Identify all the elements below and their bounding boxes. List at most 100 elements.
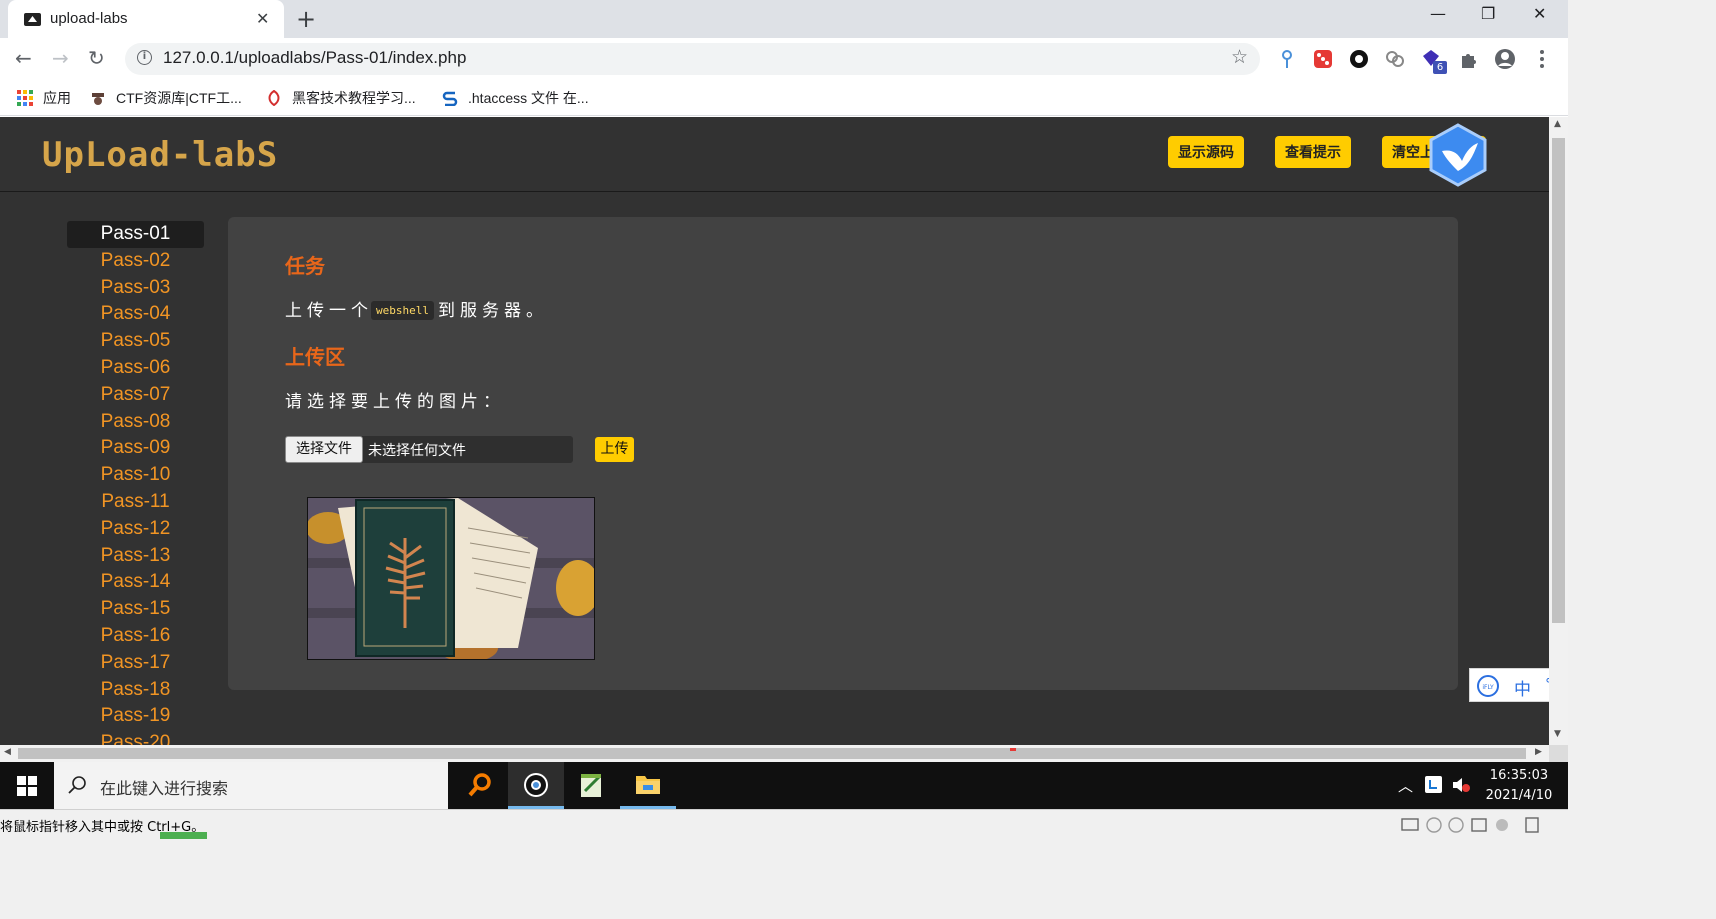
s-logo-icon [442, 91, 458, 106]
desktop-bottom-area [0, 839, 1568, 919]
upload-submit-button[interactable]: 上传 [595, 437, 634, 462]
pass-sidebar: Pass-01 Pass-02 Pass-03 Pass-04 Pass-05 … [67, 221, 204, 745]
taskbar-search-placeholder: 在此键入进行搜索 [100, 779, 229, 798]
ifly-logo-icon: iFLY [1477, 675, 1499, 697]
scroll-left-icon[interactable]: ◀ [4, 747, 11, 757]
file-input[interactable]: 选择文件 未选择任何文件 [285, 436, 573, 463]
site-header: UpLoad-labS 显示源码 查看提示 清空上传文件 [0, 117, 1549, 192]
dice-icon[interactable] [1312, 48, 1334, 70]
tab-title: upload-labs [50, 10, 128, 27]
sidebar-item-pass-18[interactable]: Pass-18 [67, 677, 204, 704]
folder-icon [636, 776, 660, 794]
taskbar-app-explorer[interactable] [620, 762, 676, 809]
taskbar-search[interactable]: 在此键入进行搜索 [54, 762, 448, 809]
scroll-down-icon[interactable]: ▼ [1554, 729, 1561, 739]
notepad-icon [581, 774, 601, 797]
taskbar-app-search-tool[interactable] [452, 762, 508, 809]
back-arrow-icon[interactable]: ← [15, 46, 32, 70]
taskbar-app-browser[interactable] [508, 762, 564, 809]
windows-taskbar: 在此键入进行搜索 ︿ 16:35:03 2021/4/10 [0, 762, 1568, 809]
link-icon[interactable] [1384, 48, 1406, 70]
horizontal-scroll-thumb[interactable] [18, 748, 1526, 759]
sidebar-item-pass-07[interactable]: Pass-07 [67, 382, 204, 409]
tab-close-icon[interactable]: ✕ [256, 9, 269, 28]
windows-start-icon[interactable] [17, 776, 37, 796]
vertical-scrollbar[interactable]: ▲ ▼ [1549, 117, 1568, 745]
bookmark-star-icon[interactable]: ☆ [1231, 46, 1248, 68]
preview-image [307, 497, 595, 660]
tab-upload-labs[interactable]: upload-labs ✕ [8, 0, 284, 38]
sidebar-item-pass-12[interactable]: Pass-12 [67, 516, 204, 543]
forward-arrow-icon[interactable]: → [52, 46, 69, 70]
address-bar[interactable]: i 127.0.0.1/uploadlabs/Pass-01/index.php… [125, 43, 1260, 75]
tray-chevron-icon[interactable]: ︿ [1398, 775, 1413, 796]
sidebar-item-pass-19[interactable]: Pass-19 [67, 703, 204, 730]
show-hint-button[interactable]: 查看提示 [1275, 136, 1351, 168]
upload-heading: 上传区 [285, 345, 345, 369]
sidebar-item-pass-09[interactable]: Pass-09 [67, 435, 204, 462]
new-tab-button[interactable]: + [296, 5, 316, 33]
search-icon [68, 776, 86, 794]
sidebar-item-pass-13[interactable]: Pass-13 [67, 543, 204, 570]
taskbar-app-notepad[interactable] [564, 762, 620, 809]
tab-strip: upload-labs ✕ + — ❐ ✕ [0, 0, 1568, 38]
speaker-muted-icon[interactable] [1451, 776, 1471, 794]
sidebar-item-pass-01[interactable]: Pass-01 [67, 221, 204, 248]
page-viewport: UpLoad-labS 显示源码 查看提示 清空上传文件 Pass-01 Pas… [0, 117, 1549, 745]
sidebar-item-pass-08[interactable]: Pass-08 [67, 409, 204, 436]
ime-mode-toggle[interactable]: 中 [1514, 675, 1531, 700]
vertical-scroll-thumb[interactable] [1552, 138, 1565, 623]
content-panel: 任务 上传一个 webshell 到服务器。 上传区 请选择要上传的图片： 选择文件… [228, 217, 1458, 690]
sidebar-item-pass-04[interactable]: Pass-04 [67, 301, 204, 328]
sidebar-item-pass-05[interactable]: Pass-05 [67, 328, 204, 355]
clock-time: 16:35:03 [1489, 768, 1549, 783]
scroll-up-icon[interactable]: ▲ [1554, 119, 1561, 129]
clock-date: 2021/4/10 [1485, 788, 1553, 803]
scroll-marker [1010, 748, 1016, 751]
file-status-text: 未选择任何文件 [368, 443, 466, 459]
site-favicon-icon [24, 13, 41, 26]
scroll-right-icon[interactable]: ▶ [1535, 747, 1542, 757]
url-text[interactable]: 127.0.0.1/uploadlabs/Pass-01/index.php [163, 48, 466, 68]
bookmark-apps[interactable]: 应用 [17, 88, 71, 108]
minimize-button[interactable]: — [1430, 4, 1446, 23]
sidebar-item-pass-20[interactable]: Pass-20 [67, 730, 204, 745]
sidebar-item-pass-14[interactable]: Pass-14 [67, 569, 204, 596]
status-tray-icons [1401, 817, 1539, 833]
sidebar-item-pass-06[interactable]: Pass-06 [67, 355, 204, 382]
circle-icon[interactable] [1348, 48, 1370, 70]
horizontal-scrollbar[interactable]: ◀ ▶ [0, 745, 1549, 762]
sidebar-item-pass-11[interactable]: Pass-11 [67, 489, 204, 516]
bookmark-ctf[interactable]: CTF资源库|CTF工... [90, 88, 242, 108]
extension-badge: 6 [1433, 61, 1447, 74]
menu-dots-icon[interactable] [1531, 48, 1553, 70]
desktop-right-area [1568, 0, 1716, 919]
sidebar-item-pass-02[interactable]: Pass-02 [67, 248, 204, 275]
taskbar-clock[interactable]: 16:35:03 2021/4/10 [1476, 766, 1562, 806]
bookmark-label: .htaccess 文件 在... [468, 90, 589, 106]
bookmark-hacker[interactable]: 黑客技术教程学习... [266, 88, 416, 108]
sidebar-item-pass-10[interactable]: Pass-10 [67, 462, 204, 489]
sidebar-item-pass-03[interactable]: Pass-03 [67, 275, 204, 302]
bookmark-label: 应用 [43, 90, 71, 106]
sidebar-item-pass-15[interactable]: Pass-15 [67, 596, 204, 623]
floating-bird-icon[interactable] [1428, 123, 1488, 187]
tray-ime-icon[interactable] [1425, 776, 1442, 793]
map-pin-icon[interactable] [1276, 48, 1298, 70]
site-info-icon[interactable]: i [137, 50, 152, 65]
sidebar-item-pass-17[interactable]: Pass-17 [67, 650, 204, 677]
maximize-button[interactable]: ❐ [1481, 4, 1495, 23]
orange-magnifier-icon [468, 773, 491, 797]
desktop-screen: upload-labs ✕ + — ❐ ✕ ← → ↻ i 127.0.0.1/… [0, 0, 1716, 919]
close-window-button[interactable]: ✕ [1533, 4, 1546, 23]
apps-grid-icon [17, 90, 33, 106]
account-icon[interactable] [1494, 48, 1516, 70]
sidebar-item-pass-16[interactable]: Pass-16 [67, 623, 204, 650]
site-logo: UpLoad-labS [42, 135, 279, 175]
bookmark-htaccess[interactable]: .htaccess 文件 在... [442, 88, 589, 108]
reload-icon[interactable]: ↻ [88, 46, 105, 70]
choose-file-button[interactable]: 选择文件 [285, 436, 363, 463]
show-source-button[interactable]: 显示源码 [1168, 136, 1244, 168]
spy-icon [92, 93, 104, 105]
puzzle-icon[interactable] [1458, 48, 1480, 70]
